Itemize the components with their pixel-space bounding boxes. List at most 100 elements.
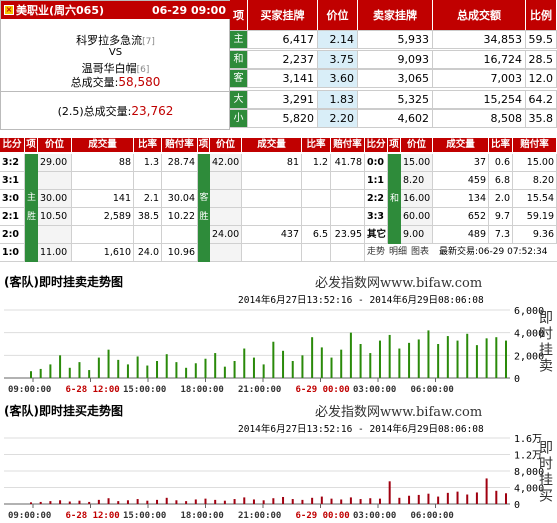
score-volume: 1,610 [72, 244, 134, 262]
score-payout [162, 226, 198, 244]
score-label: 3:0 [0, 190, 25, 208]
bar [223, 366, 226, 378]
score-price[interactable]: 10.50 [38, 208, 72, 226]
odds-sell[interactable]: 4,602 [358, 109, 433, 128]
score-price[interactable] [210, 172, 242, 190]
x-tick-label: 09:00:00 [8, 385, 51, 395]
score-volume: 37 [433, 154, 489, 172]
odds-buy[interactable]: 3,141 [248, 69, 318, 88]
bar [68, 367, 71, 378]
odds-ratio: 28.5 [526, 50, 557, 69]
score-label: 2:1 [0, 208, 25, 226]
score-price[interactable]: 60.00 [401, 208, 433, 226]
odds-sell[interactable]: 5,933 [358, 30, 433, 49]
score-ratio [302, 208, 331, 226]
score-payout: 41.78 [331, 154, 365, 172]
bar [398, 497, 401, 504]
score-payout: 10.96 [162, 244, 198, 262]
score-ratio: 6.8 [489, 172, 513, 190]
odds-ratio: 12.0 [526, 69, 557, 88]
sell-chart-title: (客队)即时挂卖走势图 [4, 275, 123, 289]
home-team[interactable]: 科罗拉多急流[7] [1, 32, 230, 48]
score-footer: 走势 明细 图表 最新交易:06-29 07:52:34 [365, 244, 557, 262]
bar [146, 365, 149, 378]
bar [291, 499, 294, 504]
score-price[interactable] [210, 244, 242, 262]
score-ratio: 1.2 [302, 154, 331, 172]
x-tick-label: 03:00:00 [353, 385, 396, 395]
footer-link-2[interactable]: 图表 [411, 248, 429, 257]
score-price[interactable]: 24.00 [210, 226, 242, 244]
odds-sell[interactable]: 3,065 [358, 69, 433, 88]
bar [505, 493, 507, 504]
odds-ratio: 35.8 [526, 109, 557, 128]
bar [68, 501, 71, 504]
bar [243, 497, 246, 504]
x-tick-label: 18:00:00 [181, 385, 224, 395]
score-header: 价位 [401, 138, 433, 152]
score-ratio [302, 190, 331, 208]
score-price[interactable]: 11.00 [38, 244, 72, 262]
score-price[interactable]: 29.00 [38, 154, 72, 172]
bar [417, 339, 420, 378]
score-payout [331, 190, 365, 208]
bar [126, 500, 129, 504]
last-trade-time: 最新交易:06-29 07:52:34 [439, 247, 548, 257]
score-price[interactable]: 15.00 [401, 154, 433, 172]
x-tick-label: 15:00:00 [123, 511, 166, 521]
bar [39, 501, 42, 504]
odds-table: 项买家挂牌 价位 卖家挂牌 总成交额 比例主 6,417 2.14 5,933 34,853 59… [230, 0, 557, 130]
bar [320, 347, 323, 378]
bar [175, 500, 178, 504]
score-price[interactable]: 42.00 [210, 154, 242, 172]
footer-link-1[interactable]: 明细 [389, 248, 407, 257]
score-volume [242, 172, 302, 190]
bar [330, 357, 333, 378]
score-price[interactable] [210, 208, 242, 226]
odds-header-4: 总成交额 [433, 0, 526, 30]
bar [388, 481, 391, 504]
score-header: 比率 [489, 138, 513, 152]
score-volume [72, 172, 134, 190]
footer-link-0[interactable]: 走势 [367, 248, 385, 257]
odds-buy[interactable]: 5,820 [248, 109, 318, 128]
bar [107, 498, 110, 504]
bar [456, 340, 459, 378]
buy-chart-brand: 必发指数网www.bifaw.com [315, 405, 483, 420]
odds-sell[interactable]: 5,325 [358, 90, 433, 109]
collapse-icon[interactable]: × [4, 5, 14, 15]
bar [185, 501, 188, 504]
score-header: 比分 [365, 138, 388, 152]
score-price[interactable]: 16.00 [401, 190, 433, 208]
score-header: 价位 [210, 138, 242, 152]
score-price[interactable]: 30.00 [38, 190, 72, 208]
bar [97, 499, 100, 504]
score-ratio [134, 226, 162, 244]
bar [117, 501, 120, 504]
score-payout: 9.36 [513, 226, 557, 244]
odds-item: 客 [230, 69, 248, 88]
score-ratio: 7.3 [489, 226, 513, 244]
odds-sell[interactable]: 9,093 [358, 50, 433, 69]
odds-buy[interactable]: 2,237 [248, 50, 318, 69]
score-label: 其它 [365, 226, 388, 244]
score-price[interactable] [38, 226, 72, 244]
score-header: 成交量 [242, 138, 302, 152]
odds-buy[interactable]: 3,291 [248, 90, 318, 109]
bar [311, 337, 314, 378]
score-price[interactable]: 9.00 [401, 226, 433, 244]
score-price[interactable] [210, 190, 242, 208]
odds-header-5: 比例 [526, 0, 557, 30]
score-ratio: 6.5 [302, 226, 331, 244]
score-payout: 15.00 [513, 154, 557, 172]
x-tick-label: 09:00:00 [8, 511, 51, 521]
score-header: 赔付率 [331, 138, 365, 152]
score-price[interactable] [38, 172, 72, 190]
score-table: 比分项价位 成交量 比率 赔付率项价位 成交量 比率 赔付率 比分项价位 成交量 比率 赔付率 3:2… [0, 138, 557, 262]
buy-chart-vlabel: 即时挂买 [537, 440, 553, 504]
score-payout [162, 172, 198, 190]
score-price[interactable]: 8.20 [401, 172, 433, 190]
odds-buy[interactable]: 6,417 [248, 30, 318, 49]
bar [320, 496, 323, 504]
away-win-column: 客胜 [198, 154, 210, 262]
